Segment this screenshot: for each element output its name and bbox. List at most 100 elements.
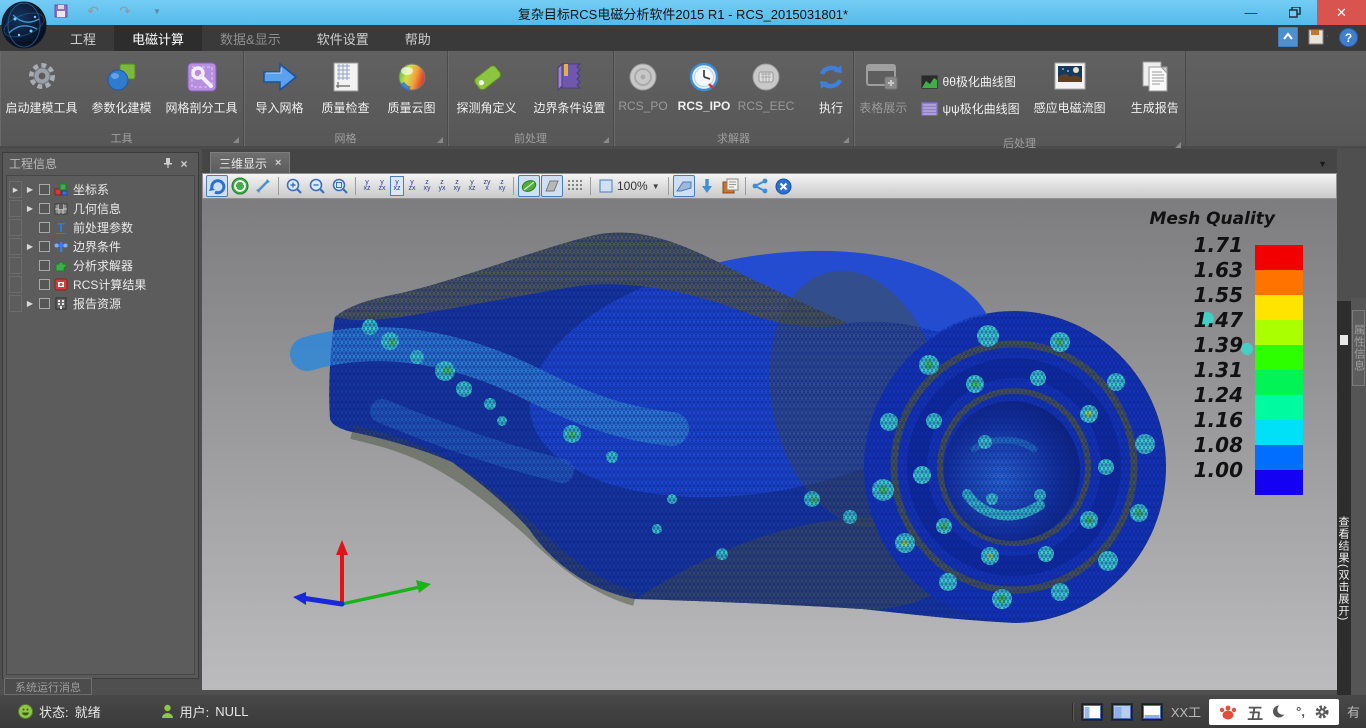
view-orientation-button[interactable]: zxy	[420, 176, 434, 196]
execute-button[interactable]: 执行	[809, 55, 853, 116]
shaded-mode-button[interactable]	[518, 175, 540, 197]
collapsed-bar-handle[interactable]	[1340, 335, 1348, 345]
tab-dianci-jisuan[interactable]: 电磁计算	[114, 25, 202, 51]
app-logo[interactable]	[1, 1, 48, 49]
group-expand-icon[interactable]	[843, 137, 849, 143]
tree-item-boundary-conditions[interactable]: ▶ 边界条件	[7, 237, 194, 256]
share-view-button[interactable]	[750, 175, 772, 197]
viewport-3d[interactable]: Mesh Quality 1.711.631.551.471.391.311.2…	[202, 199, 1337, 690]
checkbox[interactable]	[39, 222, 50, 233]
capture-button[interactable]	[719, 175, 741, 197]
tree-item-preprocess-params[interactable]: T 前处理参数	[7, 218, 194, 237]
ime-settings-gear-icon	[1314, 704, 1330, 720]
group-expand-icon[interactable]	[437, 137, 443, 143]
mesh-partition-tool-button[interactable]: 网格剖分工具	[163, 55, 241, 116]
checkbox[interactable]	[39, 279, 50, 290]
view-orientation-button[interactable]: zyx	[480, 176, 494, 196]
psi-polarization-curve-button[interactable]: ψψ极化曲线图	[921, 100, 1020, 117]
generate-report-button[interactable]: 生成报告	[1125, 55, 1185, 116]
copyright-text-right: 有	[1347, 702, 1360, 721]
checkbox[interactable]	[39, 298, 50, 309]
view-orientation-button[interactable]: yzx	[405, 176, 419, 196]
save-view-button[interactable]	[696, 175, 718, 197]
tab-ruanjian-shezhi[interactable]: 软件设置	[299, 25, 387, 51]
layout-left-panel-button[interactable]	[1081, 703, 1103, 721]
properties-tab[interactable]: 属性信息	[1352, 310, 1365, 386]
quality-cloudmap-button[interactable]: 质量云图	[380, 55, 444, 116]
pin-icon[interactable]	[160, 157, 176, 171]
import-mesh-button[interactable]: 导入网格	[248, 55, 312, 116]
launch-modeler-button[interactable]: 启动建模工具	[3, 55, 81, 116]
tab-shuju-xianshi[interactable]: 数据&显示	[202, 25, 299, 51]
minimize-button[interactable]: —	[1229, 0, 1273, 25]
checkbox[interactable]	[39, 260, 50, 271]
zoom-window-button[interactable]	[329, 175, 351, 197]
view-orientation-button[interactable]: zxy	[495, 176, 509, 196]
orbit-tool-button[interactable]	[229, 175, 251, 197]
ribbon-style-dropdown[interactable]	[1308, 27, 1328, 47]
help-button[interactable]: ?	[1338, 27, 1358, 47]
theta-polarization-curve-button[interactable]: θθ极化曲线图	[921, 73, 1020, 90]
view-flag-icon	[675, 179, 693, 193]
pan-zoom-tool-button[interactable]	[252, 175, 274, 197]
checkbox[interactable]	[39, 203, 50, 214]
tab-3d-view[interactable]: 三维显示 ×	[210, 152, 290, 173]
checkbox[interactable]	[39, 241, 50, 252]
boundary-settings-button[interactable]: 边界条件设置	[527, 55, 613, 116]
view-orientation-button[interactable]: zxy	[450, 176, 464, 196]
legend-color-band	[1255, 445, 1303, 470]
tree-item-rcs-results[interactable]: RCS计算结果	[7, 275, 194, 294]
zoom-in-button[interactable]	[283, 175, 305, 197]
tree-item-report-resources[interactable]: ▶ 报告资源	[7, 294, 194, 313]
mesh-quality-legend: Mesh Quality 1.711.631.551.471.391.311.2…	[1133, 209, 1303, 495]
results-collapsed-bar[interactable]: 查看结果(双击展开)	[1337, 301, 1351, 728]
collapse-ribbon-button[interactable]	[1278, 27, 1298, 47]
rcs-ipo-button[interactable]: RCS_IPO	[674, 55, 734, 113]
system-messages-tab[interactable]: 系统运行消息	[4, 678, 92, 695]
clear-view-button[interactable]	[773, 175, 795, 197]
window-title: 复杂目标RCS电磁分析软件2015 R1 - RCS_2015031801*	[0, 4, 1366, 23]
detect-angle-button[interactable]: 探测角定义	[449, 55, 525, 116]
panel-close-icon[interactable]: ×	[176, 157, 192, 171]
induced-current-map-button[interactable]: 感应电磁流图	[1028, 55, 1112, 116]
view-manager-button[interactable]	[673, 175, 695, 197]
tab-close-icon[interactable]: ×	[275, 157, 281, 169]
ime-mode-label[interactable]: 五	[1247, 700, 1263, 724]
view-orientation-button[interactable]: zyx	[435, 176, 449, 196]
tree-item-geometry-info[interactable]: ▶ 几何信息	[7, 199, 194, 218]
project-panel-title: 工程信息	[9, 155, 57, 172]
legend-color-band	[1255, 345, 1303, 370]
group-expand-icon[interactable]	[603, 137, 609, 143]
tab-gongcheng[interactable]: 工程	[52, 25, 114, 51]
parametric-modeling-button[interactable]: 参数化建模	[83, 55, 161, 116]
ime-toolbar[interactable]: 五 °,	[1209, 699, 1339, 725]
results-bar-label: 查看结果(双击展开)	[1337, 516, 1351, 621]
rcs-eec-button[interactable]: RCS_EEC	[736, 55, 796, 113]
layout-bottom-panel-button[interactable]	[1141, 703, 1163, 721]
group-expand-icon[interactable]	[233, 137, 239, 143]
tree-item-analysis-solver[interactable]: 分析求解器	[7, 256, 194, 275]
group-expand-icon[interactable]	[1175, 142, 1181, 148]
quality-check-button[interactable]: 质量检查	[314, 55, 378, 116]
zoom-level-dropdown[interactable]: 100% ▼	[595, 179, 664, 193]
facet-mode-button[interactable]	[541, 175, 563, 197]
tree-item-coordinate-system[interactable]: ▶ ▶ 坐标系	[7, 180, 194, 199]
rotate-tool-button[interactable]	[206, 175, 228, 197]
zoom-out-button[interactable]	[306, 175, 328, 197]
view-orientation-button[interactable]: yzx	[375, 176, 389, 196]
restore-button[interactable]	[1273, 0, 1317, 25]
legend-color-band	[1255, 270, 1303, 295]
tab-bangzhu[interactable]: 帮助	[387, 25, 449, 51]
ime-punct-icon[interactable]: °,	[1296, 704, 1305, 719]
rcs-po-button[interactable]: RCS_PO	[614, 55, 672, 113]
view-orientation-button[interactable]: yxz	[390, 176, 404, 196]
checkbox[interactable]	[39, 184, 50, 195]
view-orientation-button[interactable]: yxz	[465, 176, 479, 196]
close-button[interactable]: ✕	[1317, 0, 1366, 25]
tabstrip-dropdown-icon[interactable]: ▼	[1318, 159, 1327, 169]
green-tag-icon	[469, 59, 505, 95]
layout-left-wide-panel-button[interactable]	[1111, 703, 1133, 721]
wireframe-mode-button[interactable]	[564, 175, 586, 197]
table-display-button[interactable]: 表格展示	[854, 55, 913, 116]
view-orientation-button[interactable]: yxz	[360, 176, 374, 196]
